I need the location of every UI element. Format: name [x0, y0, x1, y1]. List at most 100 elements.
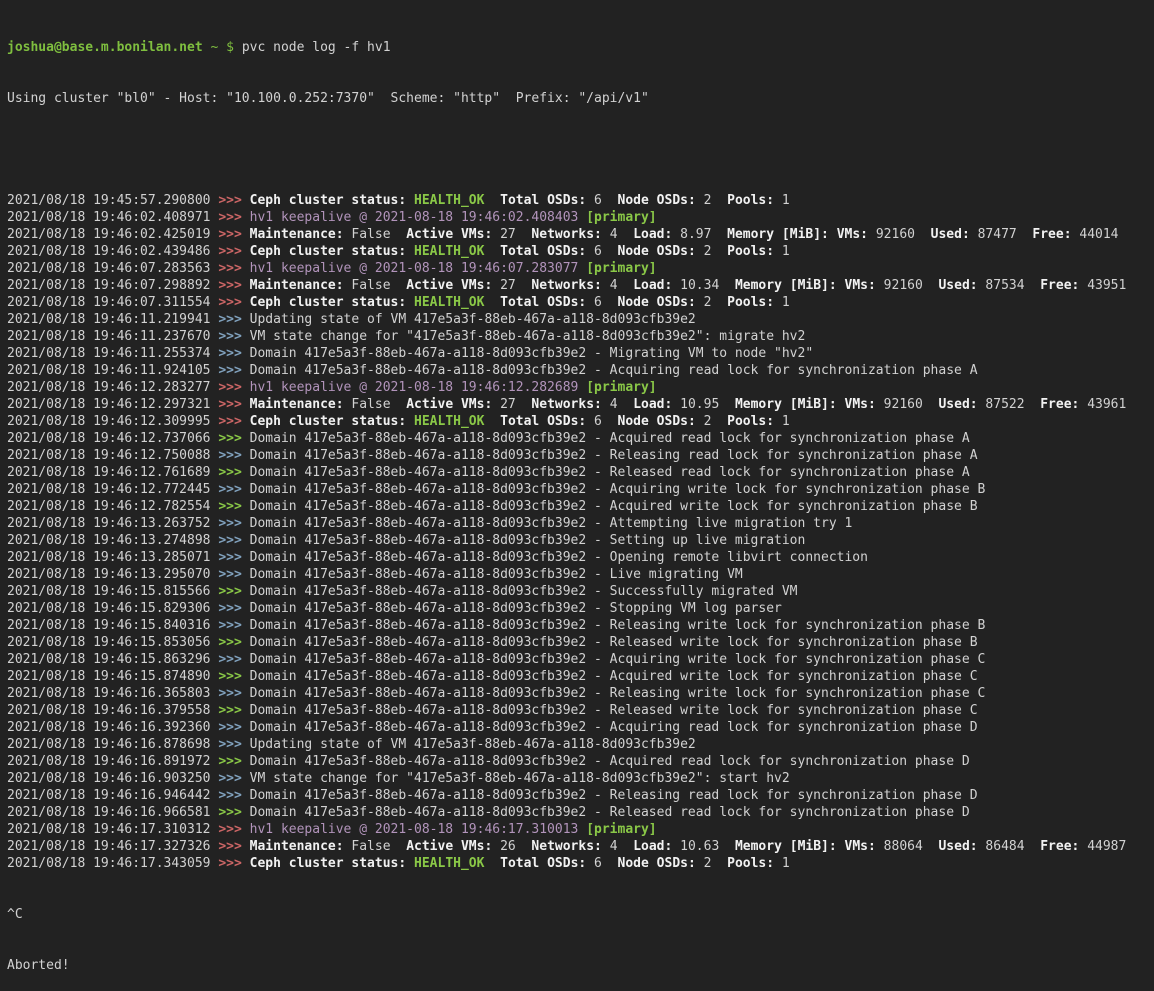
log-line: 2021/08/18 19:45:57.290800 >>> Ceph clus… [7, 192, 1154, 209]
log-timestamp: 2021/08/18 19:46:17.343059 [7, 856, 218, 871]
log-line: 2021/08/18 19:46:11.237670 >>> VM state … [7, 328, 1154, 345]
log-segment: Total OSDs: [500, 414, 586, 429]
log-marker: >>> [218, 737, 249, 752]
log-line: 2021/08/18 19:46:12.782554 >>> Domain 41… [7, 498, 1154, 515]
log-marker: >>> [218, 448, 249, 463]
log-segment: [primary] [586, 822, 656, 837]
log-segment: False [344, 278, 407, 293]
log-marker: >>> [218, 516, 249, 531]
log-line: 2021/08/18 19:46:15.874890 >>> Domain 41… [7, 668, 1154, 685]
log-timestamp: 2021/08/18 19:46:15.874890 [7, 669, 218, 684]
log-segment: 10.34 [672, 278, 735, 293]
log-line: 2021/08/18 19:46:16.903250 >>> VM state … [7, 770, 1154, 787]
log-marker: >>> [218, 652, 249, 667]
log-segment: 2 [696, 244, 727, 259]
log-segment: VM state change for "417e5a3f-88eb-467a-… [250, 771, 790, 786]
log-segment [837, 278, 845, 293]
log-line: 2021/08/18 19:46:13.295070 >>> Domain 41… [7, 566, 1154, 583]
log-marker: >>> [218, 244, 249, 259]
log-timestamp: 2021/08/18 19:46:11.924105 [7, 363, 218, 378]
log-timestamp: 2021/08/18 19:46:11.237670 [7, 329, 218, 344]
log-line: 2021/08/18 19:46:02.425019 >>> Maintenan… [7, 226, 1154, 243]
log-segment: Domain 417e5a3f-88eb-467a-a118-8d093cfb3… [250, 448, 978, 463]
log-segment: 6 [586, 244, 617, 259]
log-marker: >>> [218, 312, 249, 327]
log-segment: 92160 [876, 278, 939, 293]
log-segment: VMs: [845, 278, 876, 293]
log-segment: Networks: [531, 227, 601, 242]
log-timestamp: 2021/08/18 19:46:15.815566 [7, 584, 218, 599]
log-segment: Load: [633, 839, 672, 854]
log-segment: Ceph cluster status: [250, 244, 407, 259]
log-line: 2021/08/18 19:46:16.966581 >>> Domain 41… [7, 804, 1154, 821]
log-line: 2021/08/18 19:46:12.761689 >>> Domain 41… [7, 464, 1154, 481]
log-line: 2021/08/18 19:46:02.439486 >>> Ceph clus… [7, 243, 1154, 260]
log-segment: Memory [MiB]: [727, 227, 829, 242]
log-segment: [primary] [586, 210, 656, 225]
log-segment: Updating state of VM 417e5a3f-88eb-467a-… [250, 312, 696, 327]
log-marker: >>> [218, 261, 249, 276]
log-line: 2021/08/18 19:46:11.255374 >>> Domain 41… [7, 345, 1154, 362]
log-line: 2021/08/18 19:46:15.840316 >>> Domain 41… [7, 617, 1154, 634]
log-segment: 6 [586, 856, 617, 871]
log-segment: Domain 417e5a3f-88eb-467a-a118-8d093cfb3… [250, 720, 978, 735]
log-segment: hv1 keepalive @ 2021-08-18 19:46:07.2830… [250, 261, 587, 276]
log-segment: 4 [602, 839, 633, 854]
log-segment: 86484 [978, 839, 1041, 854]
log-marker: >>> [218, 431, 249, 446]
log-line: 2021/08/18 19:46:15.815566 >>> Domain 41… [7, 583, 1154, 600]
log-line: 2021/08/18 19:46:13.263752 >>> Domain 41… [7, 515, 1154, 532]
log-segment [406, 856, 414, 871]
interrupt-line: ^C [7, 906, 1154, 923]
log-segment: Used: [938, 278, 977, 293]
log-segment: Active VMs: [406, 397, 492, 412]
prompt-cwd-symbol: ~ $ [203, 40, 242, 55]
log-line: 2021/08/18 19:46:16.379558 >>> Domain 41… [7, 702, 1154, 719]
log-marker: >>> [218, 380, 249, 395]
log-marker: >>> [218, 567, 249, 582]
log-line: 2021/08/18 19:46:12.750088 >>> Domain 41… [7, 447, 1154, 464]
log-marker: >>> [218, 839, 249, 854]
log-marker: >>> [218, 822, 249, 837]
log-line: 2021/08/18 19:46:12.283277 >>> hv1 keepa… [7, 379, 1154, 396]
log-segment: Free: [1040, 839, 1079, 854]
log-line: 2021/08/18 19:46:16.392360 >>> Domain 41… [7, 719, 1154, 736]
log-timestamp: 2021/08/18 19:46:16.365803 [7, 686, 218, 701]
log-segment: 2 [696, 295, 727, 310]
log-segment: Node OSDs: [618, 244, 696, 259]
log-line: 2021/08/18 19:46:16.365803 >>> Domain 41… [7, 685, 1154, 702]
log-segment [406, 295, 414, 310]
log-timestamp: 2021/08/18 19:46:15.840316 [7, 618, 218, 633]
log-timestamp: 2021/08/18 19:46:02.439486 [7, 244, 218, 259]
log-timestamp: 2021/08/18 19:46:17.327326 [7, 839, 218, 854]
log-timestamp: 2021/08/18 19:46:16.903250 [7, 771, 218, 786]
log-segment: Domain 417e5a3f-88eb-467a-a118-8d093cfb3… [250, 550, 868, 565]
log-segment: 2 [696, 193, 727, 208]
log-timestamp: 2021/08/18 19:46:12.750088 [7, 448, 218, 463]
log-marker: >>> [218, 805, 249, 820]
log-segment [837, 397, 845, 412]
log-line: 2021/08/18 19:46:17.327326 >>> Maintenan… [7, 838, 1154, 855]
log-line: 2021/08/18 19:46:02.408971 >>> hv1 keepa… [7, 209, 1154, 226]
log-segment [406, 414, 414, 429]
log-segment: Maintenance: [250, 227, 344, 242]
log-segment: Load: [633, 227, 672, 242]
log-segment: Free: [1040, 397, 1079, 412]
log-segment: Used: [931, 227, 970, 242]
log-timestamp: 2021/08/18 19:46:12.782554 [7, 499, 218, 514]
log-timestamp: 2021/08/18 19:46:13.274898 [7, 533, 218, 548]
log-segment: False [344, 397, 407, 412]
log-line: 2021/08/18 19:46:11.219941 >>> Updating … [7, 311, 1154, 328]
log-segment: Maintenance: [250, 278, 344, 293]
log-segment: Pools: [727, 295, 774, 310]
log-line: 2021/08/18 19:46:17.343059 >>> Ceph clus… [7, 855, 1154, 872]
log-segment [484, 856, 500, 871]
log-marker: >>> [218, 856, 249, 871]
log-segment: Domain 417e5a3f-88eb-467a-a118-8d093cfb3… [250, 533, 806, 548]
log-segment: Pools: [727, 193, 774, 208]
log-segment: Pools: [727, 244, 774, 259]
log-segment: Domain 417e5a3f-88eb-467a-a118-8d093cfb3… [250, 431, 970, 446]
log-timestamp: 2021/08/18 19:46:07.283563 [7, 261, 218, 276]
log-timestamp: 2021/08/18 19:46:15.863296 [7, 652, 218, 667]
log-segment: hv1 keepalive @ 2021-08-18 19:46:12.2826… [250, 380, 587, 395]
